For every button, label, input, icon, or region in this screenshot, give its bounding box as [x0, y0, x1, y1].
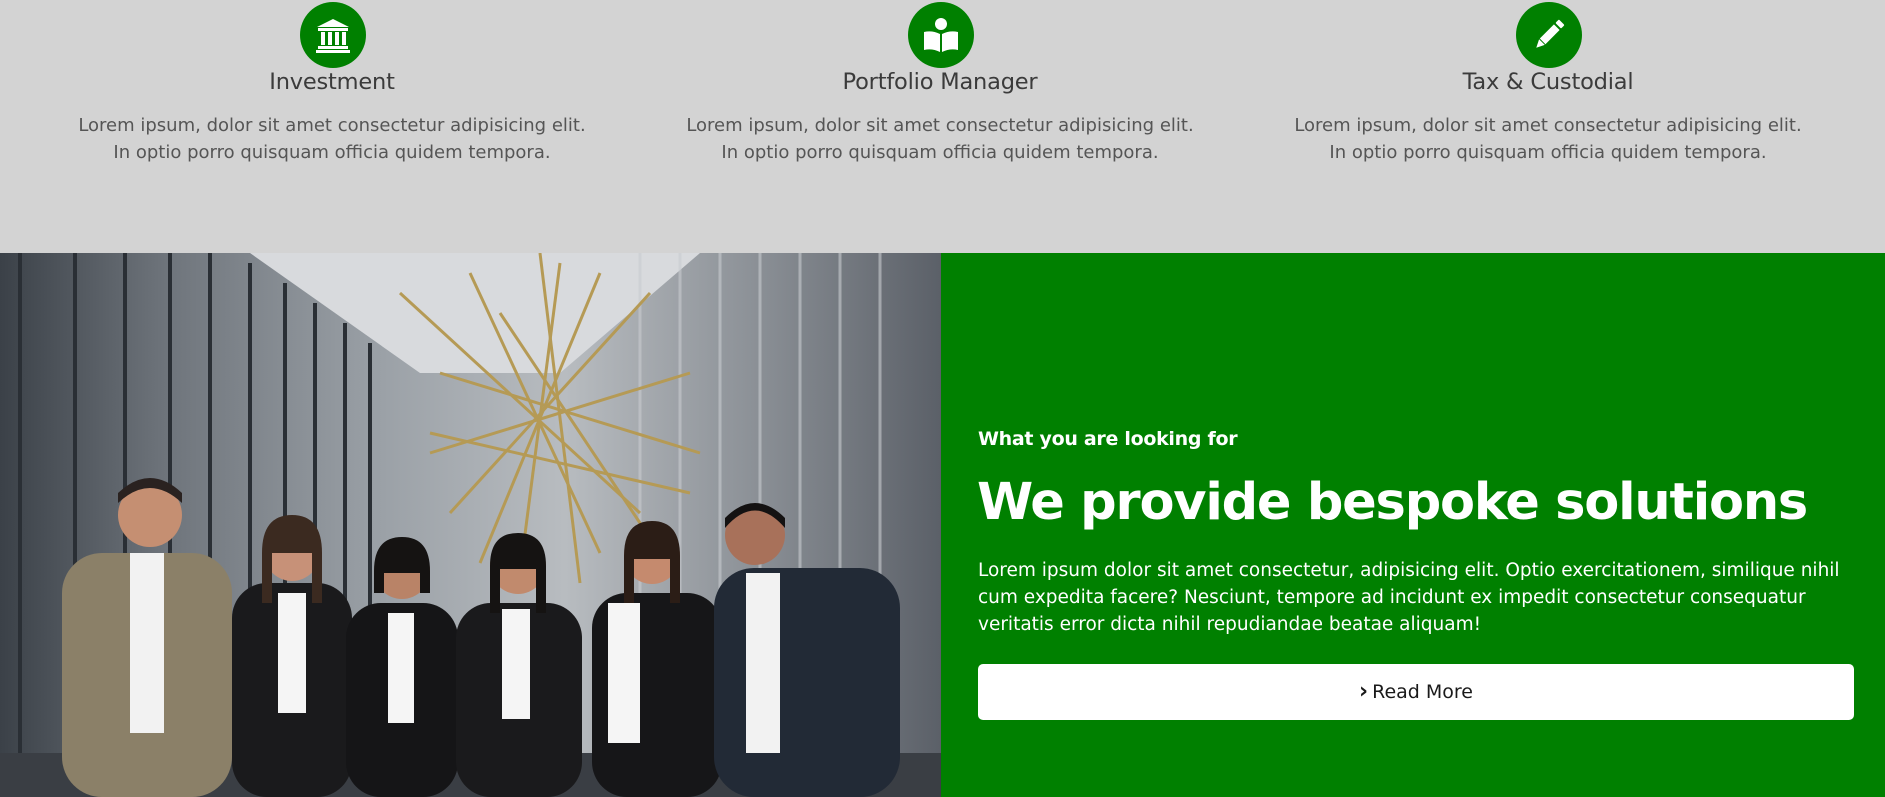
- team-photo: [0, 253, 941, 797]
- bank-icon-graphic: [316, 19, 350, 53]
- team-photo-illustration: [0, 253, 941, 797]
- bank-icon: [300, 2, 366, 68]
- service-description: Lorem ipsum, dolor sit amet consectetur …: [640, 112, 1240, 166]
- reader-book-icon: [908, 2, 974, 68]
- service-title: Investment: [269, 69, 395, 95]
- service-description: Lorem ipsum, dolor sit amet consectetur …: [32, 112, 632, 166]
- service-description-line-2: In optio porro quisquam officia quidem t…: [1329, 142, 1767, 163]
- service-title: Tax & Custodial: [1462, 69, 1634, 95]
- promo-kicker: What you are looking for: [978, 428, 1238, 450]
- promo-heading: We provide bespoke solutions: [977, 473, 1808, 532]
- service-description-line-2: In optio porro quisquam officia quidem t…: [113, 142, 551, 163]
- services-section: Investment Lorem ipsum, dolor sit amet c…: [0, 0, 1885, 253]
- pencil-icon: [1516, 2, 1582, 68]
- service-description-line-1: Lorem ipsum, dolor sit amet consectetur …: [78, 115, 586, 136]
- read-more-button[interactable]: › Read More: [978, 664, 1854, 720]
- promo-section: What you are looking for We provide besp…: [941, 253, 1885, 797]
- read-more-label: Read More: [1372, 681, 1473, 703]
- service-description: Lorem ipsum, dolor sit amet consectetur …: [1248, 112, 1848, 166]
- service-description-line-1: Lorem ipsum, dolor sit amet consectetur …: [1294, 115, 1802, 136]
- service-description-line-1: Lorem ipsum, dolor sit amet consectetur …: [686, 115, 1194, 136]
- service-title: Portfolio Manager: [842, 69, 1038, 95]
- chevron-right-icon: ›: [1359, 679, 1369, 704]
- promo-body: Lorem ipsum dolor sit amet consectetur, …: [978, 560, 1840, 635]
- pencil-icon-graphic: [1536, 19, 1565, 48]
- service-description-line-2: In optio porro quisquam officia quidem t…: [721, 142, 1159, 163]
- reader-book-icon-graphic: [924, 18, 958, 52]
